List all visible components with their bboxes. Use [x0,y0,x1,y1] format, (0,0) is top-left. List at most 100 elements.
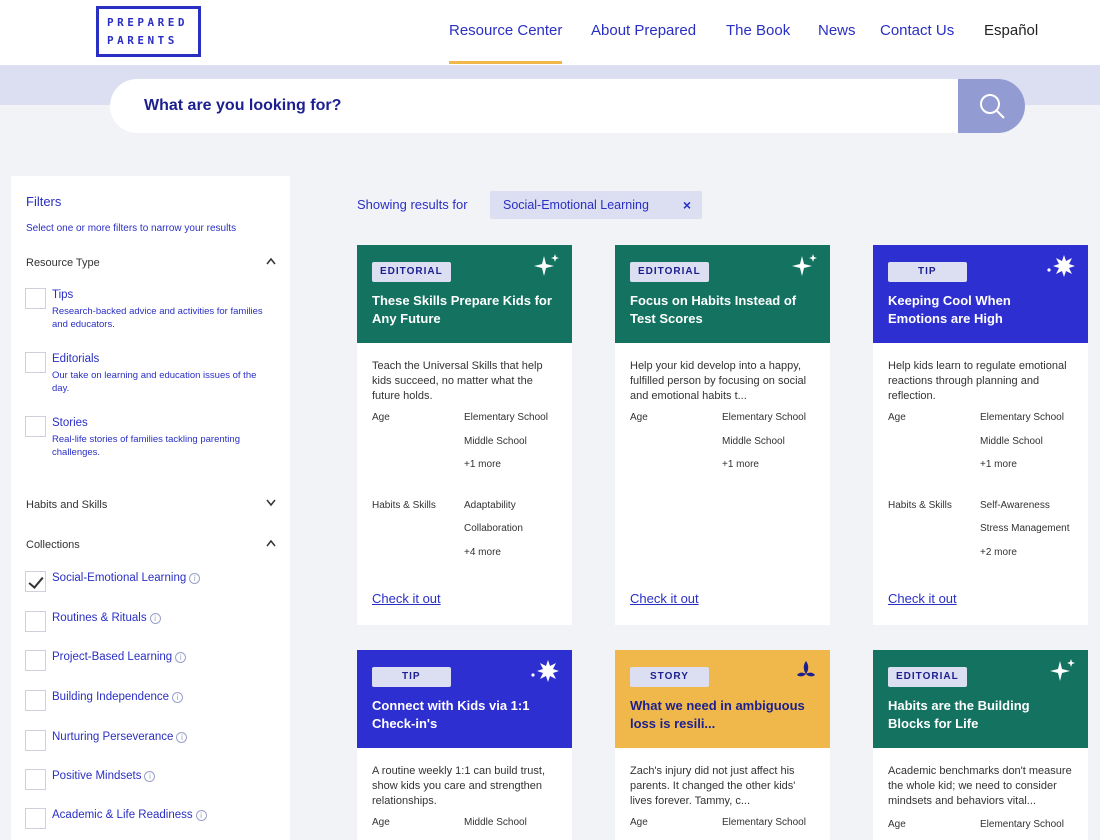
active-filter-label: Social-Emotional Learning [503,198,649,212]
nav-news[interactable]: News [818,22,856,39]
info-icon[interactable]: i [175,652,187,663]
resource-card[interactable]: TIP Keeping Cool When Emotions are High … [873,245,1088,625]
checkbox-stories[interactable] [25,416,46,437]
sparkle-icon [1050,659,1075,681]
info-icon[interactable]: i [144,771,156,782]
checkbox-social-emotional-learning[interactable] [25,571,46,592]
checkbox-editorials[interactable] [25,352,46,373]
meta-label: Age [372,817,390,828]
nav-espanol[interactable]: Español [984,22,1038,39]
nav-the-book[interactable]: The Book [726,22,790,39]
skills-meta: Habits & Skills Self-Awareness Stress Ma… [888,500,1073,571]
search-button[interactable] [958,79,1025,133]
card-header: EDITORIAL Focus on Habits Instead of Tes… [615,245,830,343]
meta-value: Collaboration [464,523,523,534]
collection-label: Academic & Life Readiness [52,809,193,821]
meta-value[interactable]: +4 more [464,547,557,571]
burst-icon [531,660,559,682]
age-meta: Age Elementary School [888,819,1073,840]
search-input[interactable]: What are you looking for? [144,97,341,115]
check-it-out-link[interactable]: Check it out [372,591,441,606]
info-icon[interactable]: i [176,732,188,743]
meta-value[interactable]: +1 more [464,459,557,483]
active-filter-chip[interactable]: Social-Emotional Learning × [490,191,702,219]
burst-icon [1047,255,1075,277]
card-title[interactable]: Focus on Habits Instead of Test Scores [630,292,815,328]
filter-option-desc: Our take on learning and education issue… [52,370,257,394]
card-title[interactable]: Keeping Cool When Emotions are High [888,292,1073,328]
checkbox-routines-rituals[interactable] [25,611,46,632]
card-description: Teach the Universal Skills that help kid… [372,360,543,402]
skills-meta: Habits & Skills Adaptability Collaborati… [372,500,557,571]
meta-label: Age [372,412,390,423]
collection-label: Social-Emotional Learning [52,572,187,584]
resource-type-label: Resource Type [26,257,100,269]
nav-contact-us[interactable]: Contact Us [880,22,954,39]
card-title[interactable]: These Skills Prepare Kids for Any Future [372,292,557,328]
resource-card[interactable]: EDITORIAL Habits are the Building Blocks… [873,650,1088,840]
age-meta: Age Elementary School Middle School +1 m… [888,412,1073,483]
resource-card[interactable]: TIP Connect with Kids via 1:1 Check-in's… [357,650,572,840]
site-header: PREPARED PARENTS Resource Center About P… [0,0,1100,65]
collection-label: Nurturing Perseverance [52,731,174,743]
collection-label: Building Independence [52,691,170,703]
meta-value: Elementary School [980,412,1064,423]
meta-value: Adaptability [464,499,516,511]
check-it-out-link[interactable]: Check it out [888,591,957,606]
meta-value: Elementary School [464,412,548,423]
prepared-parents-logo[interactable]: PREPARED PARENTS [96,6,201,57]
meta-value[interactable]: +2 more [980,547,1073,571]
collection-label: Routines & Rituals [52,612,147,624]
meta-value: Stress Management [980,523,1070,534]
card-header: TIP Connect with Kids via 1:1 Check-in's [357,650,572,748]
info-icon[interactable]: i [149,613,161,624]
card-header: TIP Keeping Cool When Emotions are High [873,245,1088,343]
meta-label: Habits & Skills [888,499,952,511]
meta-value: Elementary School [722,412,806,423]
card-title[interactable]: Habits are the Building Blocks for Life [888,697,1073,733]
collections-label: Collections [26,539,80,551]
resource-card[interactable]: EDITORIAL These Skills Prepare Kids for … [357,245,572,625]
card-title[interactable]: Connect with Kids via 1:1 Check-in's [372,697,557,733]
resource-card[interactable]: STORY What we need in ambiguous loss is … [615,650,830,840]
filters-panel: Filters Select one or more filters to na… [11,176,290,840]
nav-resource-center[interactable]: Resource Center [449,22,563,64]
card-header: EDITORIAL These Skills Prepare Kids for … [357,245,572,343]
age-meta: Age Elementary School Middle School +1 m… [372,412,557,483]
checkbox-tips[interactable] [25,288,46,309]
card-description: A routine weekly 1:1 can build trust, sh… [372,765,546,807]
card-description: Academic benchmarks don't measure the wh… [888,765,1072,807]
sparkle-icon [792,254,817,276]
meta-value: Middle School [980,435,1043,447]
logo-line-1: PREPARED [107,15,188,29]
checkbox-academic-life-readiness[interactable] [25,808,46,829]
info-icon[interactable]: i [189,573,201,584]
collection-label: Positive Mindsets [52,770,142,782]
resource-type-header[interactable]: Resource Type [26,257,276,269]
info-icon[interactable]: i [195,810,207,821]
age-meta: Age Elementary School Middle School +1 m… [630,412,815,483]
check-it-out-link[interactable]: Check it out [630,591,699,606]
age-meta: Age Elementary School [630,817,815,840]
resource-card[interactable]: EDITORIAL Focus on Habits Instead of Tes… [615,245,830,625]
age-meta: Age Middle School [372,817,557,840]
checkbox-project-based-learning[interactable] [25,650,46,671]
meta-value: Middle School [722,435,785,447]
habits-skills-header[interactable]: Habits and Skills [26,499,276,511]
card-description: Zach's injury did not just affect his pa… [630,765,796,807]
checkbox-positive-mindsets[interactable] [25,769,46,790]
chevron-down-icon [266,499,276,507]
close-icon[interactable]: × [683,197,691,213]
checkbox-building-independence[interactable] [25,690,46,711]
card-header: EDITORIAL Habits are the Building Blocks… [873,650,1088,748]
meta-value[interactable]: +1 more [722,459,815,483]
info-icon[interactable]: i [172,692,184,703]
search-bar[interactable]: What are you looking for? [110,79,1025,133]
checkbox-nurturing-perseverance[interactable] [25,730,46,751]
collections-header[interactable]: Collections [26,539,276,551]
meta-value[interactable]: +1 more [980,459,1073,483]
meta-label: Habits & Skills [372,499,436,511]
card-tag: EDITORIAL [888,667,967,687]
card-title[interactable]: What we need in ambiguous loss is resili… [630,697,815,733]
nav-about-prepared[interactable]: About Prepared [591,22,696,39]
